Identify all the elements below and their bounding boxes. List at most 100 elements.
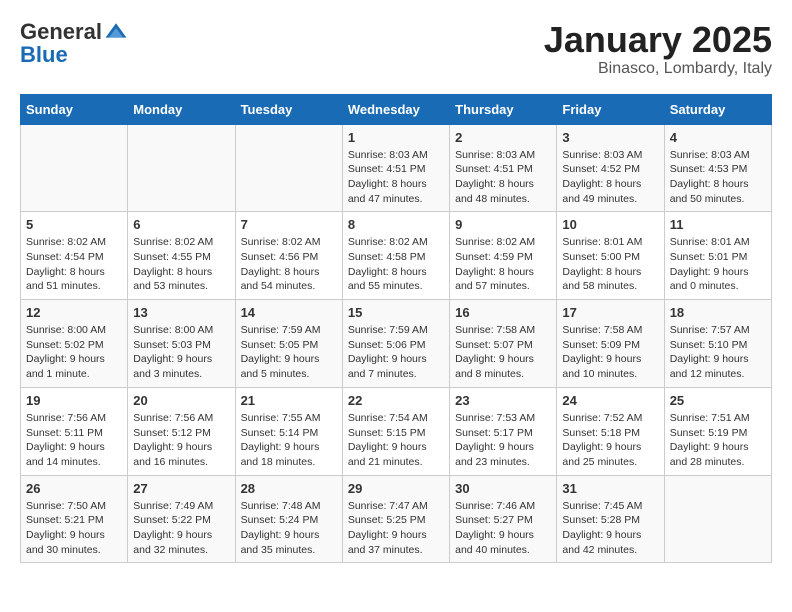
logo-blue: Blue [20, 44, 130, 66]
calendar-cell [235, 124, 342, 212]
cell-details: Sunrise: 8:01 AMSunset: 5:00 PMDaylight:… [562, 235, 658, 294]
day-number: 23 [455, 393, 551, 408]
day-number: 14 [241, 305, 337, 320]
calendar-cell: 15 Sunrise: 7:59 AMSunset: 5:06 PMDayligh… [342, 300, 449, 388]
calendar-cell: 5 Sunrise: 8:02 AMSunset: 4:54 PMDaylight… [21, 212, 128, 300]
day-number: 21 [241, 393, 337, 408]
cell-details: Sunrise: 8:03 AMSunset: 4:52 PMDaylight:… [562, 148, 658, 207]
day-number: 26 [26, 481, 122, 496]
day-number: 16 [455, 305, 551, 320]
cell-details: Sunrise: 7:58 AMSunset: 5:07 PMDaylight:… [455, 323, 551, 382]
weekday-header-wednesday: Wednesday [342, 94, 449, 124]
calendar-cell: 13 Sunrise: 8:00 AMSunset: 5:03 PMDayligh… [128, 300, 235, 388]
calendar-cell: 20 Sunrise: 7:56 AMSunset: 5:12 PMDayligh… [128, 387, 235, 475]
week-row-5: 26 Sunrise: 7:50 AMSunset: 5:21 PMDayligh… [21, 475, 772, 563]
day-number: 1 [348, 130, 444, 145]
cell-details: Sunrise: 7:59 AMSunset: 5:06 PMDaylight:… [348, 323, 444, 382]
cell-details: Sunrise: 7:47 AMSunset: 5:25 PMDaylight:… [348, 499, 444, 558]
day-number: 19 [26, 393, 122, 408]
cell-details: Sunrise: 8:03 AMSunset: 4:51 PMDaylight:… [348, 148, 444, 207]
calendar-cell: 22 Sunrise: 7:54 AMSunset: 5:15 PMDayligh… [342, 387, 449, 475]
day-number: 12 [26, 305, 122, 320]
weekday-header-sunday: Sunday [21, 94, 128, 124]
calendar-cell: 14 Sunrise: 7:59 AMSunset: 5:05 PMDayligh… [235, 300, 342, 388]
calendar-cell: 17Sunrise: 7:58 AMSunset: 5:09 PMDayligh… [557, 300, 664, 388]
cell-details: Sunrise: 8:02 AMSunset: 4:55 PMDaylight:… [133, 235, 229, 294]
cell-details: Sunrise: 7:56 AMSunset: 5:12 PMDaylight:… [133, 411, 229, 470]
day-number: 29 [348, 481, 444, 496]
calendar-cell: 7Sunrise: 8:02 AMSunset: 4:56 PMDaylight… [235, 212, 342, 300]
cell-details: Sunrise: 8:02 AMSunset: 4:56 PMDaylight:… [241, 235, 337, 294]
cell-details: Sunrise: 7:57 AMSunset: 5:10 PMDaylight:… [670, 323, 766, 382]
calendar-cell: 19 Sunrise: 7:56 AMSunset: 5:11 PMDayligh… [21, 387, 128, 475]
cell-details: Sunrise: 8:02 AMSunset: 4:54 PMDaylight:… [26, 235, 122, 294]
logo-icon [104, 20, 128, 44]
weekday-header-saturday: Saturday [664, 94, 771, 124]
day-number: 25 [670, 393, 766, 408]
cell-details: Sunrise: 7:55 AMSunset: 5:14 PMDaylight:… [241, 411, 337, 470]
day-number: 8 [348, 217, 444, 232]
calendar-cell: 27Sunrise: 7:49 AMSunset: 5:22 PMDayligh… [128, 475, 235, 563]
cell-details: Sunrise: 7:56 AMSunset: 5:11 PMDaylight:… [26, 411, 122, 470]
weekday-header-monday: Monday [128, 94, 235, 124]
cell-details: Sunrise: 7:59 AMSunset: 5:05 PMDaylight:… [241, 323, 337, 382]
calendar-cell: 31Sunrise: 7:45 AMSunset: 5:28 PMDayligh… [557, 475, 664, 563]
calendar-cell: 12 Sunrise: 8:00 AMSunset: 5:02 PMDayligh… [21, 300, 128, 388]
calendar-cell: 24 Sunrise: 7:52 AMSunset: 5:18 PMDayligh… [557, 387, 664, 475]
day-number: 24 [562, 393, 658, 408]
calendar-cell: 21 Sunrise: 7:55 AMSunset: 5:14 PMDayligh… [235, 387, 342, 475]
month-title: January 2025 [544, 20, 772, 60]
cell-details: Sunrise: 7:54 AMSunset: 5:15 PMDaylight:… [348, 411, 444, 470]
day-number: 5 [26, 217, 122, 232]
day-number: 13 [133, 305, 229, 320]
day-number: 30 [455, 481, 551, 496]
day-number: 18 [670, 305, 766, 320]
page-header: General Blue January 2025 Binasco, Lomba… [20, 20, 772, 78]
cell-details: Sunrise: 7:53 AMSunset: 5:17 PMDaylight:… [455, 411, 551, 470]
calendar-cell: 10 Sunrise: 8:01 AMSunset: 5:00 PMDayligh… [557, 212, 664, 300]
calendar-cell [128, 124, 235, 212]
cell-details: Sunrise: 8:00 AMSunset: 5:02 PMDaylight:… [26, 323, 122, 382]
logo: General Blue [20, 20, 130, 66]
day-number: 3 [562, 130, 658, 145]
cell-details: Sunrise: 8:01 AMSunset: 5:01 PMDaylight:… [670, 235, 766, 294]
location: Binasco, Lombardy, Italy [544, 60, 772, 78]
day-number: 31 [562, 481, 658, 496]
title-block: January 2025 Binasco, Lombardy, Italy [544, 20, 772, 78]
calendar-cell: 26 Sunrise: 7:50 AMSunset: 5:21 PMDayligh… [21, 475, 128, 563]
day-number: 28 [241, 481, 337, 496]
cell-details: Sunrise: 7:50 AMSunset: 5:21 PMDaylight:… [26, 499, 122, 558]
calendar-cell: 2 Sunrise: 8:03 AMSunset: 4:51 PMDaylight… [450, 124, 557, 212]
calendar-cell: 28 Sunrise: 7:48 AMSunset: 5:24 PMDayligh… [235, 475, 342, 563]
day-number: 27 [133, 481, 229, 496]
day-number: 4 [670, 130, 766, 145]
day-number: 11 [670, 217, 766, 232]
cell-details: Sunrise: 8:02 AMSunset: 4:58 PMDaylight:… [348, 235, 444, 294]
day-number: 6 [133, 217, 229, 232]
calendar-cell: 1 Sunrise: 8:03 AMSunset: 4:51 PMDaylight… [342, 124, 449, 212]
day-number: 22 [348, 393, 444, 408]
day-number: 2 [455, 130, 551, 145]
cell-details: Sunrise: 8:03 AMSunset: 4:51 PMDaylight:… [455, 148, 551, 207]
day-number: 17 [562, 305, 658, 320]
week-row-2: 5 Sunrise: 8:02 AMSunset: 4:54 PMDaylight… [21, 212, 772, 300]
calendar-cell: 29 Sunrise: 7:47 AMSunset: 5:25 PMDayligh… [342, 475, 449, 563]
calendar-cell: 30Sunrise: 7:46 AMSunset: 5:27 PMDayligh… [450, 475, 557, 563]
day-number: 20 [133, 393, 229, 408]
calendar-cell: 16 Sunrise: 7:58 AMSunset: 5:07 PMDayligh… [450, 300, 557, 388]
calendar-cell: 3 Sunrise: 8:03 AMSunset: 4:52 PMDaylight… [557, 124, 664, 212]
calendar-cell: 8 Sunrise: 8:02 AMSunset: 4:58 PMDaylight… [342, 212, 449, 300]
day-number: 10 [562, 217, 658, 232]
calendar-cell: 11 Sunrise: 8:01 AMSunset: 5:01 PMDayligh… [664, 212, 771, 300]
cell-details: Sunrise: 7:51 AMSunset: 5:19 PMDaylight:… [670, 411, 766, 470]
calendar-cell: 18 Sunrise: 7:57 AMSunset: 5:10 PMDayligh… [664, 300, 771, 388]
calendar-table: SundayMondayTuesdayWednesdayThursdayFrid… [20, 94, 772, 564]
day-number: 15 [348, 305, 444, 320]
cell-details: Sunrise: 7:52 AMSunset: 5:18 PMDaylight:… [562, 411, 658, 470]
calendar-cell: 9Sunrise: 8:02 AMSunset: 4:59 PMDaylight… [450, 212, 557, 300]
cell-details: Sunrise: 8:00 AMSunset: 5:03 PMDaylight:… [133, 323, 229, 382]
calendar-cell: 25 Sunrise: 7:51 AMSunset: 5:19 PMDayligh… [664, 387, 771, 475]
cell-details: Sunrise: 7:48 AMSunset: 5:24 PMDaylight:… [241, 499, 337, 558]
weekday-header-friday: Friday [557, 94, 664, 124]
calendar-cell: 4Sunrise: 8:03 AMSunset: 4:53 PMDaylight… [664, 124, 771, 212]
